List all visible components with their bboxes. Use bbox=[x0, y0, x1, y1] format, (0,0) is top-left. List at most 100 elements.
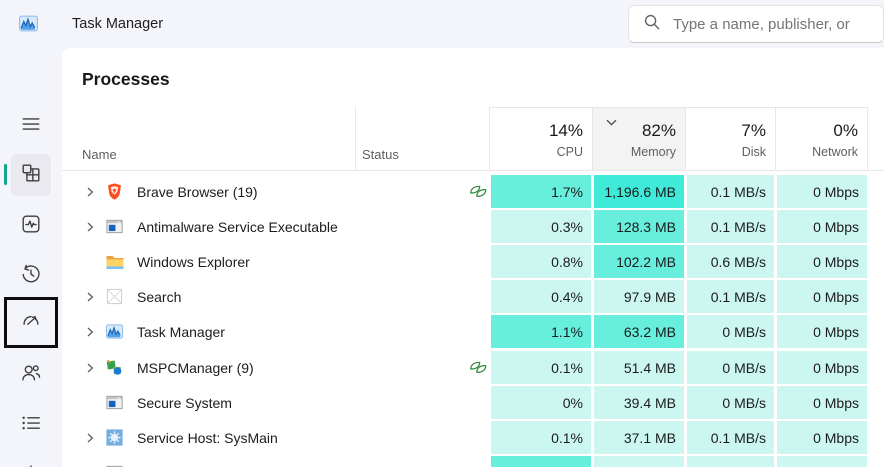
network-total-percent: 0% bbox=[776, 121, 858, 141]
sidebar-item-app-history[interactable] bbox=[0, 251, 62, 301]
processes-icon bbox=[20, 162, 42, 189]
network-value-cell[interactable] bbox=[777, 456, 867, 467]
efficiency-mode-leaf-icon bbox=[469, 358, 488, 382]
network-value-cell[interactable]: 0 Mbps bbox=[777, 280, 867, 314]
table-row[interactable]: Antimalware Service Executable 0.3%128.3 … bbox=[62, 209, 884, 244]
disk-value-cell[interactable]: 0.6 MB/s bbox=[687, 245, 774, 279]
table-row[interactable]: Brave Browser (19) 1.7%1,196.6 MB0.1 MB/s… bbox=[62, 174, 884, 209]
cpu-value-cell[interactable]: 0.1% bbox=[491, 421, 591, 455]
sort-descending-chevron-icon bbox=[606, 113, 617, 131]
memory-value-cell[interactable]: 102.2 MB bbox=[594, 245, 684, 279]
cpu-value-cell[interactable]: 1.1% bbox=[491, 315, 591, 349]
disk-value-cell[interactable]: 0 MB/s bbox=[687, 386, 774, 420]
taskmgr-icon bbox=[105, 322, 125, 342]
cpu-value-cell[interactable]: 0.3% bbox=[491, 210, 591, 244]
network-value-cell[interactable]: 0 Mbps bbox=[777, 210, 867, 244]
column-header-status[interactable]: Status bbox=[362, 147, 399, 162]
table-row[interactable]: Task Manager 1.1%63.2 MB0 MB/s0 Mbps bbox=[62, 315, 884, 350]
process-name: Service Host: SysMain bbox=[137, 420, 278, 455]
memory-value-cell[interactable]: 1,196.6 MB bbox=[594, 175, 684, 209]
list-icon bbox=[20, 412, 42, 439]
content-panel: Processes Name Status 14% CPU 82% Memory… bbox=[62, 48, 884, 467]
task-manager-window: Task Manager Type a name, publisher, or bbox=[0, 0, 884, 467]
cpu-value-cell[interactable]: 0% bbox=[491, 386, 591, 420]
sidebar-item-details[interactable] bbox=[0, 400, 62, 450]
brave-icon bbox=[105, 182, 125, 202]
sidebar-item-performance[interactable] bbox=[0, 201, 62, 251]
folder-icon bbox=[105, 252, 125, 272]
memory-value-cell[interactable]: 39.4 MB bbox=[594, 386, 684, 420]
process-name: Windows Explorer bbox=[137, 244, 250, 279]
window-title: Task Manager bbox=[72, 0, 163, 48]
memory-value-cell[interactable] bbox=[594, 456, 684, 467]
users-icon bbox=[20, 362, 42, 389]
hamburger-icon bbox=[20, 113, 42, 140]
table-row[interactable]: Secure System 0%39.4 MB0 MB/s0 Mbps bbox=[62, 385, 884, 420]
network-value-cell[interactable]: 0 Mbps bbox=[777, 245, 867, 279]
cpu-value-cell[interactable] bbox=[491, 456, 591, 467]
sidebar-item-services[interactable] bbox=[0, 451, 62, 467]
column-header-memory[interactable]: 82% Memory bbox=[592, 107, 685, 170]
memory-value-cell[interactable]: 97.9 MB bbox=[594, 280, 684, 314]
expand-chevron-icon[interactable] bbox=[86, 420, 95, 455]
search-icon bbox=[644, 14, 660, 35]
column-header-disk[interactable]: 7% Disk bbox=[685, 107, 775, 170]
search-placeholder: Type a name, publisher, or bbox=[673, 16, 850, 33]
sidebar bbox=[0, 48, 62, 467]
page-title: Processes bbox=[82, 69, 170, 90]
process-name: Secure System bbox=[137, 385, 232, 420]
column-header-name[interactable]: Name bbox=[82, 147, 117, 162]
memory-value-cell[interactable]: 128.3 MB bbox=[594, 210, 684, 244]
efficiency-mode-leaf-icon bbox=[469, 182, 488, 206]
process-name: Brave Browser (19) bbox=[137, 174, 258, 209]
table-row[interactable]: Search 0.4%97.9 MB0.1 MB/s0 Mbps bbox=[62, 280, 884, 315]
cpu-value-cell[interactable]: 0.4% bbox=[491, 280, 591, 314]
menu-toggle-button[interactable] bbox=[0, 101, 62, 151]
disk-value-cell[interactable]: 0 MB/s bbox=[687, 315, 774, 349]
sidebar-item-processes[interactable] bbox=[0, 150, 62, 200]
expand-chevron-icon[interactable] bbox=[86, 350, 95, 385]
process-name: MSPCManager (9) bbox=[137, 350, 254, 385]
column-header-network[interactable]: 0% Network bbox=[775, 107, 868, 170]
network-value-cell[interactable]: 0 Mbps bbox=[777, 315, 867, 349]
network-value-cell[interactable]: 0 Mbps bbox=[777, 351, 867, 385]
gear-blue-icon bbox=[105, 428, 125, 448]
expand-chevron-icon[interactable] bbox=[86, 209, 95, 244]
cpu-value-cell[interactable]: 0.1% bbox=[491, 351, 591, 385]
title-bar: Task Manager Type a name, publisher, or bbox=[0, 0, 884, 48]
mspc-icon bbox=[105, 358, 125, 378]
disk-value-cell[interactable]: 0.1 MB/s bbox=[687, 175, 774, 209]
task-manager-logo-icon bbox=[18, 13, 39, 34]
column-header-cpu[interactable]: 14% CPU bbox=[489, 107, 592, 170]
network-value-cell[interactable]: 0 Mbps bbox=[777, 175, 867, 209]
expand-chevron-icon[interactable] bbox=[86, 174, 95, 209]
sidebar-item-users[interactable] bbox=[0, 350, 62, 400]
expand-chevron-icon[interactable] bbox=[86, 315, 95, 350]
cpu-value-cell[interactable]: 0.8% bbox=[491, 245, 591, 279]
table-row[interactable]: Service Host: SysMain 0.1%37.1 MB0.1 MB/s… bbox=[62, 420, 884, 455]
window-icon bbox=[105, 463, 125, 467]
memory-value-cell[interactable]: 63.2 MB bbox=[594, 315, 684, 349]
network-value-cell[interactable]: 0 Mbps bbox=[777, 386, 867, 420]
process-name: Task Manager bbox=[137, 315, 225, 350]
disk-value-cell[interactable]: 0.1 MB/s bbox=[687, 280, 774, 314]
table-row[interactable]: MSPCManager (9) 0.1%51.4 MB0 MB/s0 Mbps bbox=[62, 350, 884, 385]
history-icon bbox=[20, 263, 42, 290]
disk-value-cell[interactable]: 0 MB/s bbox=[687, 351, 774, 385]
disk-value-cell[interactable]: 0.1 MB/s bbox=[687, 421, 774, 455]
memory-value-cell[interactable]: 51.4 MB bbox=[594, 351, 684, 385]
cpu-value-cell[interactable]: 1.7% bbox=[491, 175, 591, 209]
disk-total-percent: 7% bbox=[686, 121, 766, 141]
table-row[interactable]: Windows Explorer 0.8%102.2 MB0.6 MB/s0 Mb… bbox=[62, 244, 884, 279]
expand-chevron-icon[interactable] bbox=[86, 280, 95, 315]
table-row[interactable] bbox=[62, 456, 884, 467]
process-rows: Brave Browser (19)1.7%1,196.6 MB0.1 MB/s… bbox=[62, 171, 884, 467]
disk-value-cell[interactable]: 0.1 MB/s bbox=[687, 210, 774, 244]
search-input[interactable]: Type a name, publisher, or bbox=[628, 5, 884, 43]
disk-value-cell[interactable] bbox=[687, 456, 774, 467]
process-name: Antimalware Service Executable bbox=[137, 209, 338, 244]
memory-value-cell[interactable]: 37.1 MB bbox=[594, 421, 684, 455]
gear-icon bbox=[20, 463, 42, 467]
process-name: Search bbox=[137, 280, 181, 315]
network-value-cell[interactable]: 0 Mbps bbox=[777, 421, 867, 455]
